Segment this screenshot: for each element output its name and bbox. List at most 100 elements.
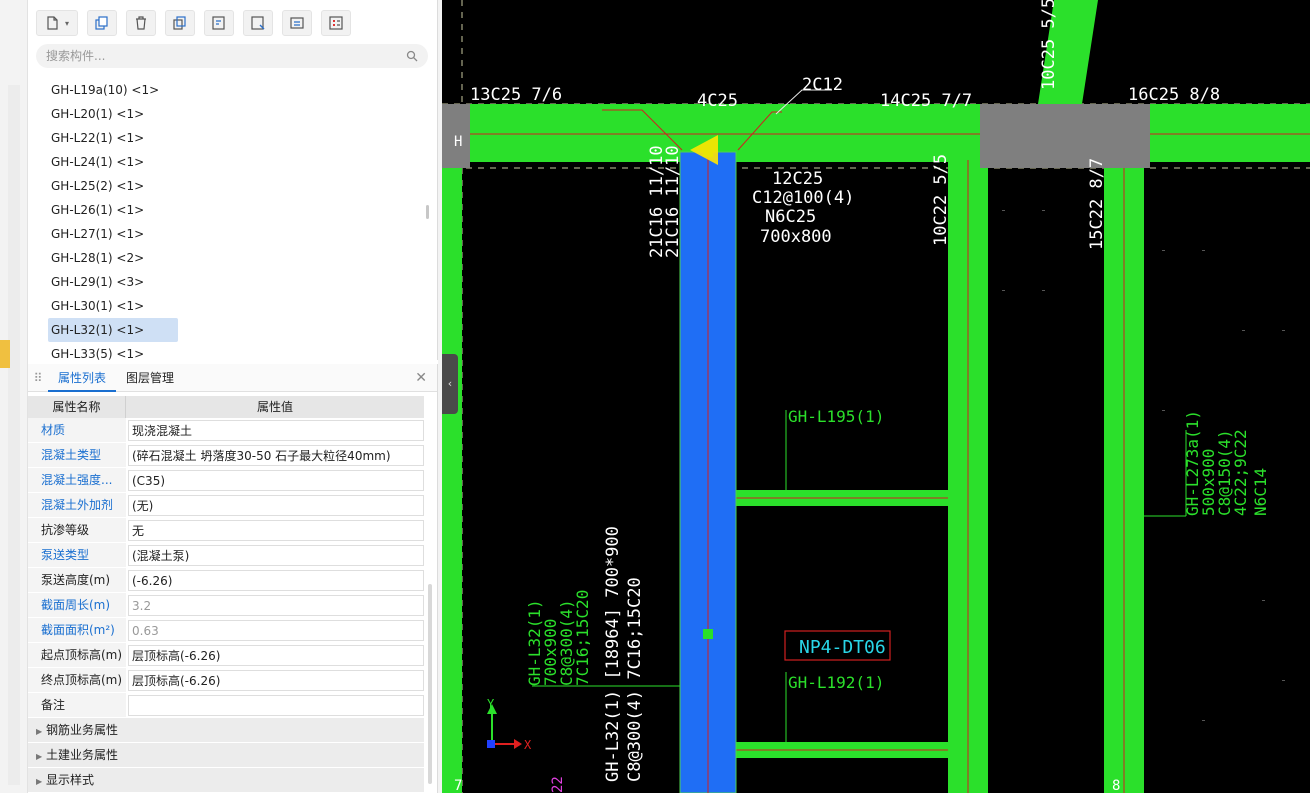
property-value[interactable]: (无) [128,495,424,516]
table-row: 泵送高度(m) (-6.26) [28,568,424,593]
sort-button[interactable] [204,10,234,36]
label-12c25: 12C25 [772,169,823,189]
list-item[interactable]: GH-L26(1) <1> [28,198,428,222]
list-item[interactable]: GH-L22(1) <1> [28,126,428,150]
label-gh-l32-white-1: GH-L32(1) [18964] 700*900 [603,526,623,782]
label-n6c25: N6C25 [765,207,816,227]
tab-layer-management[interactable]: 图层管理 [116,364,184,392]
label-700x800: 700x800 [760,227,832,247]
search-icon[interactable] [406,50,418,62]
table-row: 终点顶标高(m) 层顶标高(-6.26) [28,668,424,693]
list-item[interactable]: GH-L24(1) <1> [28,150,428,174]
property-value[interactable]: 现浇混凝土 [128,420,424,441]
property-name: 截面周长(m) [28,593,126,617]
list-item[interactable]: GH-L30(1) <1> [28,294,428,318]
expand-icon: ▶ [36,777,43,786]
filter-button[interactable] [243,10,273,36]
property-name: 泵送高度(m) [28,568,126,592]
property-value: 0.63 [128,620,424,641]
component-panel: ▾ GH-L19a(10) <1> GH-L20(1) <1> GH-L22 [28,0,438,360]
left-side-strip [0,0,28,793]
header-value: 属性值 [256,400,293,414]
group-rebar-properties[interactable]: ▶ 钢筋业务属性 [28,718,424,743]
component-list: GH-L19a(10) <1> GH-L20(1) <1> GH-L22(1) … [28,78,428,360]
label-4c25: 4C25 [697,91,738,111]
property-name: 混凝土类型 [28,443,126,467]
table-row: 混凝土强度... (C35) [28,468,424,493]
layer-copy-button[interactable] [165,10,195,36]
axis-label-h: H [454,134,462,150]
label-13c25: 13C25 7/6 [470,85,562,105]
list-item[interactable]: GH-L19a(10) <1> [28,78,428,102]
label-c12-100: C12@100(4) [752,188,854,208]
property-name: 备注 [28,693,126,717]
property-value[interactable] [128,695,424,716]
label-21c16-b: 21C16 11/10 [663,145,683,258]
list-item[interactable]: GH-L25(2) <1> [28,174,428,198]
group-civil-properties[interactable]: ▶ 土建业务属性 [28,743,424,768]
list-item[interactable]: GH-L33(5) <1> [28,342,428,360]
properties-button[interactable] [321,10,351,36]
axis-label-7: 7 [454,778,462,793]
cad-drawing[interactable]: 13C25 7/6 4C25 2C12 14C25 7/7 16C25 8/8 … [442,0,1310,793]
property-value[interactable]: 层顶标高(-6.26) [128,645,424,666]
group-display-style[interactable]: ▶ 显示样式 [28,768,424,793]
property-name: 抗渗等级 [28,518,126,542]
drag-handle-icon[interactable]: ⠿ [28,371,48,385]
property-value[interactable]: (-6.26) [128,570,424,591]
table-row: 材质 现浇混凝土 [28,418,424,443]
label-np4-dt06: NP4-DT06 [799,637,886,658]
close-icon[interactable]: ✕ [415,370,427,386]
search-bar [36,44,428,68]
table-row: 备注 [28,693,424,718]
copy-component-button[interactable] [87,10,117,36]
list-item[interactable]: GH-L28(1) <2> [28,246,428,270]
column-block[interactable] [980,104,1150,168]
label-10c22: 10C22 5/5 [931,154,951,246]
property-value[interactable]: (C35) [128,470,424,491]
horizontal-beam-top[interactable] [442,104,1310,162]
table-row: 混凝土类型 (碎石混凝土 坍落度30-50 石子最大粒径40mm) [28,443,424,468]
copy-icon [95,16,108,30]
search-input[interactable] [46,49,406,63]
table-row: 抗渗等级无 [28,518,424,543]
property-tabs: ⠿ 属性列表 图层管理 ✕ [28,364,437,392]
list-item[interactable]: GH-L29(1) <3> [28,270,428,294]
list-scrollbar[interactable] [426,205,429,219]
header-name: 属性名称 [28,396,126,418]
axis-x-label: X [524,738,532,752]
property-name: 截面面积(m²) [28,618,126,642]
ucs-axes-icon: Y X [487,697,532,752]
rename-button[interactable] [282,10,312,36]
chevron-down-icon: ▾ [64,18,69,28]
property-value[interactable]: 层顶标高(-6.26) [128,670,424,691]
property-name: 泵送类型 [28,543,126,567]
tab-property-list[interactable]: 属性列表 [48,364,117,392]
table-row: 截面面积(m²) 0.63 [28,618,424,643]
label-2c12: 2C12 [802,75,843,95]
side-scroll-track[interactable] [8,85,20,785]
label-gh-l195: GH-L195(1) [788,407,884,426]
chevron-left-icon: ‹ [447,377,453,390]
property-value[interactable]: 无 [128,520,424,541]
delete-component-button[interactable] [126,10,156,36]
new-component-button[interactable]: ▾ [36,10,78,36]
new-icon [47,16,58,30]
cad-canvas[interactable]: 13C25 7/6 4C25 2C12 14C25 7/7 16C25 8/8 … [442,0,1310,793]
delete-icon [136,16,146,30]
property-name: 起点顶标高(m) [28,643,126,667]
property-value[interactable]: (碎石混凝土 坍落度30-50 石子最大粒径40mm) [128,445,424,466]
side-tab-marker[interactable] [0,340,10,368]
property-panel: ⠿ 属性列表 图层管理 ✕ 属性名称 属性值 材质 现浇混凝土 混凝土类型 (碎石混… [28,364,438,793]
collapse-panel-button[interactable]: ‹ [442,354,458,414]
label-gh-l273-n6c14: N6C14 [1251,468,1270,516]
axis-label-8: 8 [1112,778,1120,793]
vertical-beam-left[interactable] [442,160,462,793]
property-value[interactable]: (混凝土泵) [128,545,424,566]
label-16c25: 16C25 8/8 [1128,85,1220,105]
list-item[interactable]: GH-L27(1) <1> [28,222,428,246]
grip-mid[interactable] [703,629,713,639]
list-item[interactable]: GH-L20(1) <1> [28,102,428,126]
list-item-selected[interactable]: GH-L32(1) <1> [28,318,428,342]
property-scrollbar[interactable] [428,584,432,784]
